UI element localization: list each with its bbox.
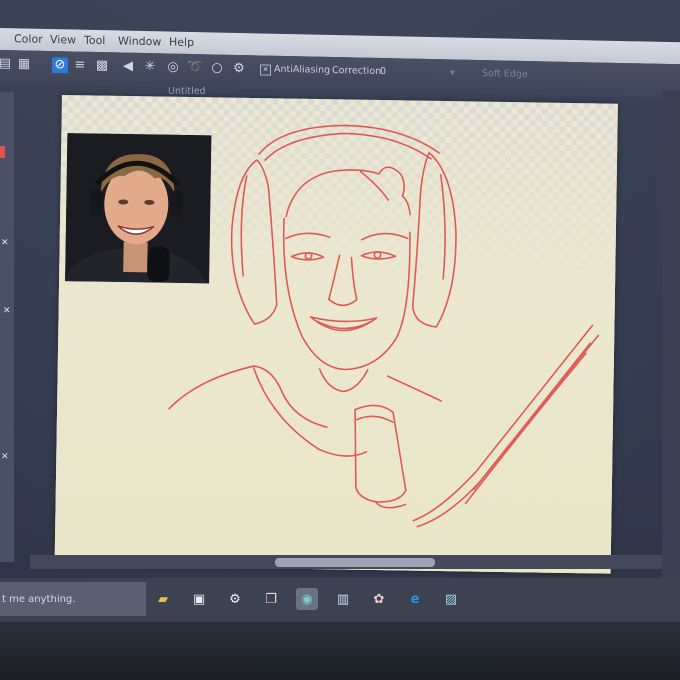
right-panel [662, 90, 680, 580]
taskbar: t me anything. ▰ ▣ ⚙ ❐ ◉ ▥ ✿ e ▨ [0, 578, 680, 622]
menu-color[interactable]: Color [14, 32, 43, 46]
close-icon[interactable]: ✕ [3, 306, 11, 316]
drawing-canvas[interactable] [54, 95, 618, 574]
monitor-screen: Color View Tool Window Help ▤ ▦ ⊘ ≡ ▩ ◀ … [0, 0, 680, 680]
store-icon[interactable]: ▣ [188, 588, 210, 610]
paint-app-icon[interactable]: ◉ [296, 588, 318, 610]
line-sketch [168, 124, 600, 528]
monitor-bezel [0, 622, 680, 680]
photos-icon[interactable]: ▨ [440, 588, 462, 610]
settings-icon[interactable]: ⚙ [224, 588, 246, 610]
antialiasing-checkbox[interactable]: ✕ [260, 64, 271, 76]
sparkle-icon[interactable]: ✳ [142, 59, 158, 75]
close-icon[interactable]: ✕ [1, 238, 9, 248]
mirror-icon[interactable]: ▤ [0, 56, 13, 72]
checker-icon[interactable]: ▩ [94, 58, 110, 74]
circle-icon[interactable]: ○ [209, 60, 225, 76]
menu-view[interactable]: View [50, 33, 76, 47]
chevron-down-icon[interactable]: ▾ [450, 67, 455, 78]
circle-target-icon[interactable]: ◎ [165, 59, 181, 75]
scrollbar-thumb[interactable] [275, 558, 435, 567]
search-box[interactable]: t me anything. [0, 582, 146, 616]
left-panel: ✕ ✕ ✕ [0, 92, 14, 562]
color-swatch[interactable] [0, 146, 5, 158]
arrow-left-icon[interactable]: ◀ [120, 59, 136, 75]
no-entry-icon[interactable]: ⊘ [52, 57, 68, 74]
soft-edge-label: Soft Edge [482, 68, 528, 81]
folder-icon[interactable]: ▰ [152, 588, 174, 610]
paint-brush-icon[interactable]: ✿ [368, 588, 390, 610]
document-tab[interactable]: Untitled [168, 86, 206, 97]
horizontal-scrollbar[interactable] [30, 555, 662, 569]
menu-window[interactable]: Window [118, 34, 161, 48]
layers-icon[interactable]: ▦ [16, 56, 32, 72]
stripes-icon[interactable]: ≡ [72, 58, 88, 74]
correction-value[interactable]: 0 [380, 66, 386, 77]
antialiasing-label: AntiAliasing [274, 63, 331, 76]
correction-label: Correction [332, 64, 382, 77]
edge-browser-icon[interactable]: e [404, 588, 426, 610]
menu-tool[interactable]: Tool [84, 34, 105, 47]
book-icon[interactable]: ❐ [260, 588, 282, 610]
lasso-icon[interactable]: ➰ [187, 60, 203, 76]
menu-help[interactable]: Help [169, 36, 194, 50]
search-placeholder: t me anything. [2, 594, 76, 605]
gear-circle-icon[interactable]: ⚙ [231, 61, 247, 77]
notes-icon[interactable]: ▥ [332, 588, 354, 610]
close-icon[interactable]: ✕ [1, 452, 9, 462]
